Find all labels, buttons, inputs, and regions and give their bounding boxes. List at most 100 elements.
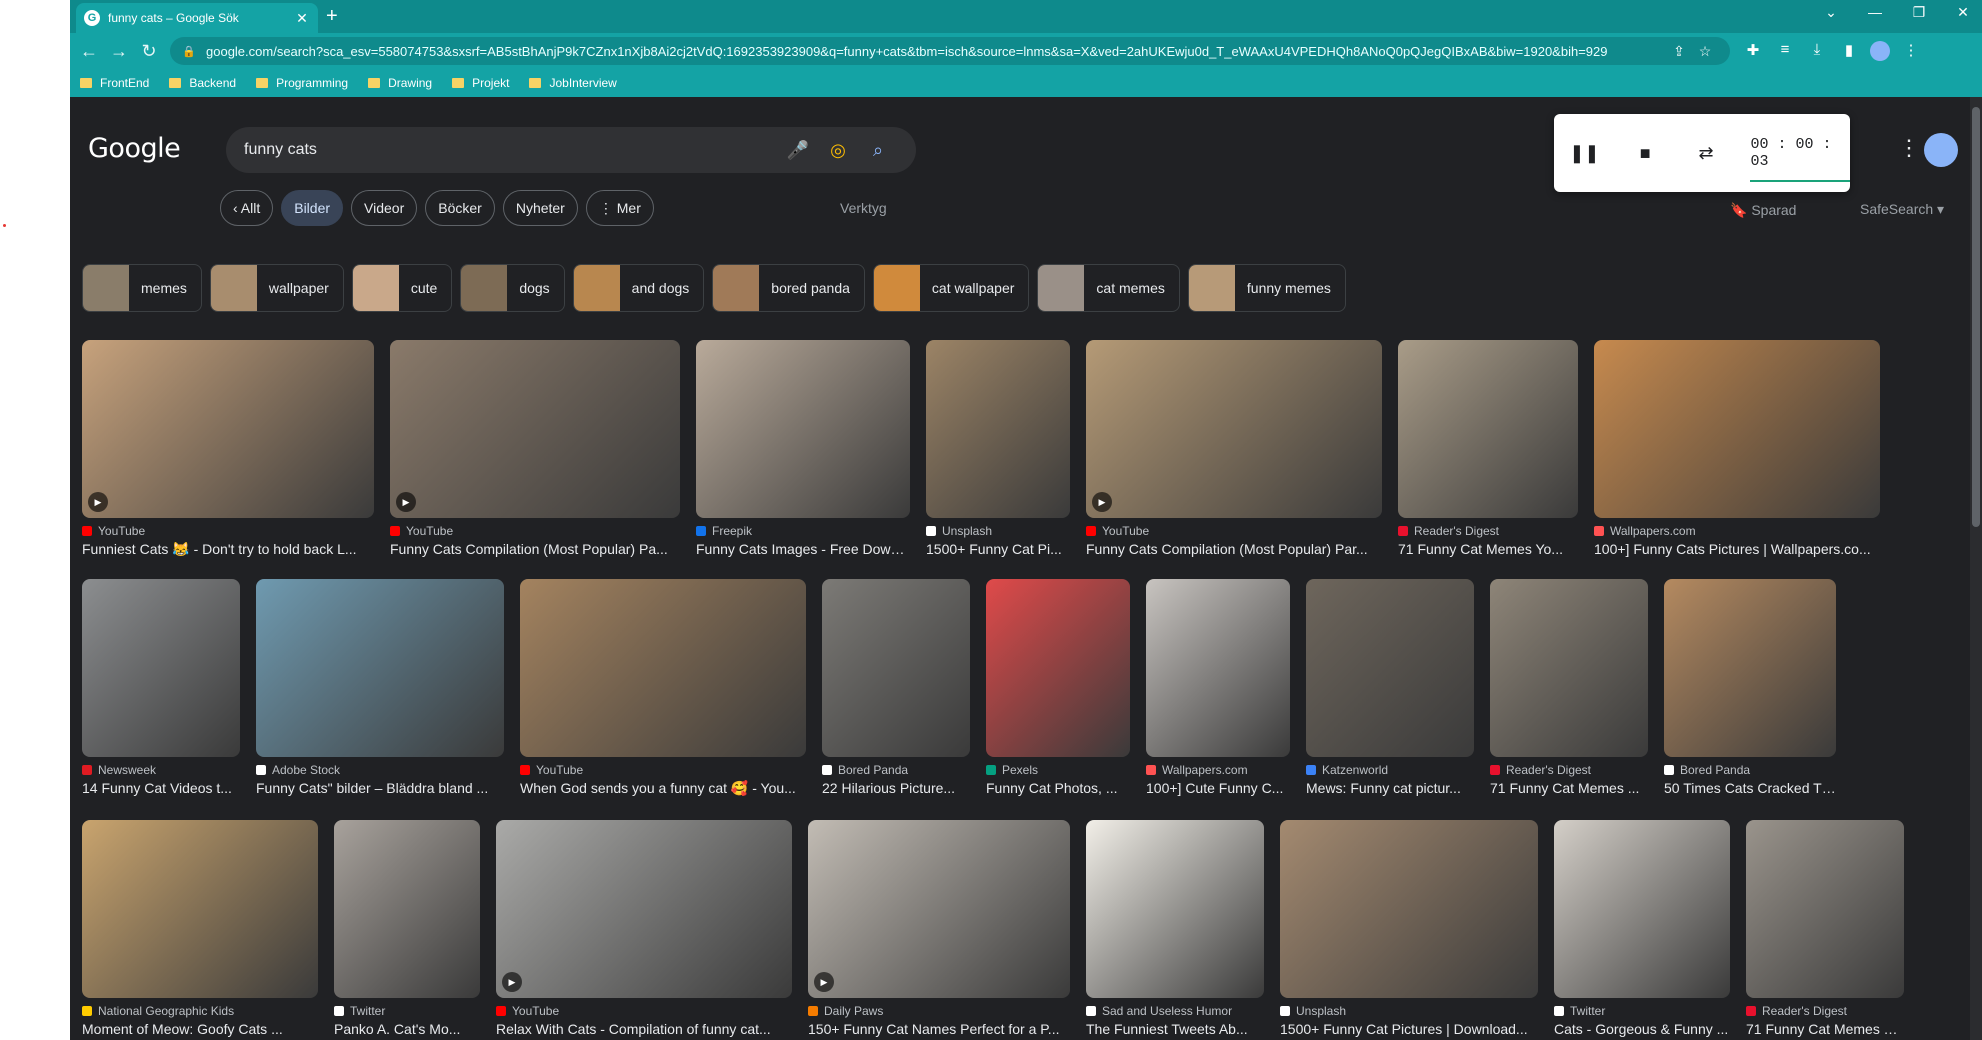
result-source[interactable]: Daily Paws: [808, 1004, 1070, 1018]
media-control-icon[interactable]: ≡: [1774, 41, 1796, 61]
result-thumbnail[interactable]: [822, 579, 970, 757]
result-source[interactable]: Newsweek: [82, 763, 240, 777]
result-thumbnail[interactable]: ▶: [808, 820, 1070, 998]
result-source[interactable]: Twitter: [334, 1004, 480, 1018]
image-result[interactable]: YouTube When God sends you a funny cat 🥰 …: [520, 579, 806, 797]
result-title[interactable]: 14 Funny Cat Videos t...: [82, 780, 240, 796]
tab-4[interactable]: Nyheter: [502, 190, 578, 226]
result-title[interactable]: 150+ Funny Cat Names Perfect for a P...: [808, 1021, 1070, 1037]
safesearch-dropdown[interactable]: SafeSearch ▾: [1860, 201, 1944, 218]
image-result[interactable]: Bored Panda 22 Hilarious Picture...: [822, 579, 970, 797]
bookmark-jobinterview[interactable]: JobInterview: [529, 76, 617, 90]
result-thumbnail[interactable]: [1398, 340, 1578, 518]
pause-icon[interactable]: ❚❚: [1554, 143, 1615, 164]
profile-avatar[interactable]: [1870, 41, 1890, 61]
related-chip[interactable]: bored panda: [712, 264, 865, 312]
result-source[interactable]: Adobe Stock: [256, 763, 504, 777]
result-thumbnail[interactable]: ▶: [390, 340, 680, 518]
omnibox[interactable]: 🔒 google.com/search?sca_esv=558074753&sx…: [170, 37, 1730, 65]
result-title[interactable]: 1500+ Funny Cat Pictures | Download...: [1280, 1021, 1538, 1037]
image-result[interactable]: Wallpapers.com 100+] Funny Cats Pictures …: [1594, 340, 1880, 558]
active-tab[interactable]: G funny cats – Google Sök ✕: [76, 3, 318, 33]
bookmark-projekt[interactable]: Projekt: [452, 76, 509, 90]
related-chip[interactable]: wallpaper: [209, 264, 344, 312]
image-result[interactable]: Twitter Cats - Gorgeous & Funny ...: [1554, 820, 1730, 1037]
result-title[interactable]: 50 Times Cats Cracked Their Owne...: [1664, 780, 1836, 796]
result-title[interactable]: 22 Hilarious Picture...: [822, 780, 970, 796]
result-title[interactable]: When God sends you a funny cat 🥰 - You..…: [520, 780, 806, 797]
image-result[interactable]: Reader's Digest 71 Funny Cat Memes ...: [1490, 579, 1648, 797]
back-arrow-icon[interactable]: ←: [74, 41, 104, 62]
result-thumbnail[interactable]: ▶: [1086, 340, 1382, 518]
close-tab-icon[interactable]: ✕: [294, 10, 310, 27]
download-icon[interactable]: ⤓: [1806, 41, 1828, 61]
result-thumbnail[interactable]: [1594, 340, 1880, 518]
tab-search-icon[interactable]: ⌄: [1820, 4, 1842, 21]
result-source[interactable]: YouTube: [390, 524, 680, 538]
image-result[interactable]: National Geographic Kids Moment of Meow: …: [82, 820, 318, 1037]
forward-arrow-icon[interactable]: →: [104, 41, 134, 62]
result-source[interactable]: YouTube: [496, 1004, 792, 1018]
account-avatar[interactable]: [1924, 133, 1958, 167]
bookmark-programming[interactable]: Programming: [256, 76, 348, 90]
result-title[interactable]: 1500+ Funny Cat Pi...: [926, 541, 1070, 557]
image-result[interactable]: Unsplash 1500+ Funny Cat Pi...: [926, 340, 1070, 558]
puzzle-extensions-icon[interactable]: ✚: [1742, 41, 1764, 61]
result-thumbnail[interactable]: [1746, 820, 1904, 998]
image-result[interactable]: ▶ YouTube Funny Cats Compilation (Most Pop…: [1086, 340, 1382, 558]
image-result[interactable]: Freepik Funny Cats Images - Free Download…: [696, 340, 910, 558]
result-title[interactable]: 71 Funny Cat Memes Yo...: [1746, 1021, 1904, 1037]
result-title[interactable]: 100+] Funny Cats Pictures | Wallpapers.c…: [1594, 541, 1880, 557]
result-title[interactable]: Moment of Meow: Goofy Cats ...: [82, 1021, 318, 1037]
related-chip[interactable]: dogs: [460, 264, 565, 312]
result-title[interactable]: Cats - Gorgeous & Funny ...: [1554, 1021, 1730, 1037]
result-thumbnail[interactable]: [256, 579, 504, 757]
search-box[interactable]: funny cats 🎤 ◎ ⌕: [226, 127, 916, 173]
search-query[interactable]: funny cats: [244, 141, 778, 159]
result-title[interactable]: Mews: Funny cat pictur...: [1306, 780, 1474, 796]
tools-button[interactable]: Verktyg: [840, 200, 887, 216]
result-source[interactable]: National Geographic Kids: [82, 1004, 318, 1018]
result-thumbnail[interactable]: [1280, 820, 1538, 998]
bookmark-frontend[interactable]: FrontEnd: [80, 76, 149, 90]
result-thumbnail[interactable]: [82, 820, 318, 998]
result-source[interactable]: Unsplash: [1280, 1004, 1538, 1018]
reload-icon[interactable]: ↻: [134, 41, 164, 62]
result-source[interactable]: Reader's Digest: [1746, 1004, 1904, 1018]
result-title[interactable]: 71 Funny Cat Memes Yo...: [1398, 541, 1578, 557]
result-thumbnail[interactable]: [1306, 579, 1474, 757]
related-chip[interactable]: cute: [351, 264, 453, 312]
tab-2[interactable]: Videor: [351, 190, 418, 226]
saved-button[interactable]: 🔖 Sparad: [1730, 202, 1796, 219]
image-result[interactable]: ▶ YouTube Funniest Cats 😹 - Don't try to h…: [82, 340, 374, 558]
result-thumbnail[interactable]: ▶: [82, 340, 374, 518]
result-thumbnail[interactable]: ▶: [496, 820, 792, 998]
result-source[interactable]: Freepik: [696, 524, 910, 538]
image-result[interactable]: Sad and Useless Humor The Funniest Tweets…: [1086, 820, 1264, 1037]
bookmark-star-icon[interactable]: ☆: [1692, 43, 1718, 60]
result-source[interactable]: Unsplash: [926, 524, 1070, 538]
result-title[interactable]: 71 Funny Cat Memes ...: [1490, 780, 1648, 796]
image-result[interactable]: Reader's Digest 71 Funny Cat Memes Yo...: [1398, 340, 1578, 558]
result-source[interactable]: Twitter: [1554, 1004, 1730, 1018]
result-source[interactable]: Bored Panda: [822, 763, 970, 777]
related-chip[interactable]: cat memes: [1037, 264, 1180, 312]
image-result[interactable]: Reader's Digest 71 Funny Cat Memes Yo...: [1746, 820, 1904, 1037]
close-window-button[interactable]: ✕: [1952, 4, 1974, 21]
image-result[interactable]: Katzenworld Mews: Funny cat pictur...: [1306, 579, 1474, 797]
side-panel-icon[interactable]: ▮: [1838, 41, 1860, 61]
result-title[interactable]: Funny Cats Images - Free Download...: [696, 541, 910, 557]
result-source[interactable]: Reader's Digest: [1398, 524, 1578, 538]
result-thumbnail[interactable]: [82, 579, 240, 757]
result-source[interactable]: Katzenworld: [1306, 763, 1474, 777]
result-source[interactable]: Wallpapers.com: [1146, 763, 1290, 777]
image-result[interactable]: Adobe Stock Funny Cats" bilder – Bläddra …: [256, 579, 504, 797]
url-text[interactable]: google.com/search?sca_esv=558074753&sxsr…: [206, 44, 1666, 59]
image-result[interactable]: ▶ YouTube Funny Cats Compilation (Most Pop…: [390, 340, 680, 558]
image-result[interactable]: Bored Panda 50 Times Cats Cracked Their O…: [1664, 579, 1836, 797]
result-thumbnail[interactable]: [1554, 820, 1730, 998]
restore-button[interactable]: ❐: [1908, 4, 1930, 21]
related-chip[interactable]: cat wallpaper: [872, 264, 1030, 312]
share-icon[interactable]: ⇪: [1666, 43, 1692, 60]
result-source[interactable]: Sad and Useless Humor: [1086, 1004, 1264, 1018]
